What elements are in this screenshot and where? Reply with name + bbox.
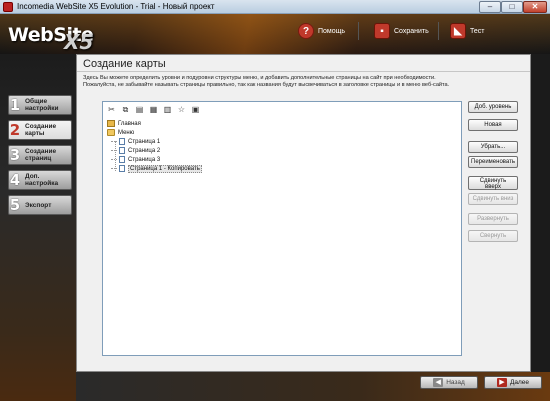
nav-item-general-settings[interactable]: 1 Общие настройки bbox=[8, 95, 72, 115]
nav-label-line1: Экспорт bbox=[25, 201, 52, 209]
nav-label-line2: карты bbox=[25, 130, 45, 137]
app-logo-suffix: X5 bbox=[64, 30, 94, 54]
header-separator bbox=[438, 22, 439, 40]
nav-label-line1: Создание bbox=[25, 148, 57, 155]
next-arrow-icon: ▶ bbox=[496, 378, 507, 387]
page-icon bbox=[119, 138, 125, 145]
expand-button[interactable]: Развернуть bbox=[468, 213, 518, 225]
site-map-tree-panel: ✂ ⧉ ▤ ▦ ▥ ☆ ▣ Главная Меню Страница 1 Ст… bbox=[102, 101, 462, 356]
page-description: Здесь Вы можете определить уровни и поду… bbox=[83, 75, 523, 89]
close-button[interactable]: ✕ bbox=[523, 1, 547, 13]
page-icon bbox=[119, 165, 125, 172]
tree-node-label: Страница 1 - Копировать bbox=[128, 164, 202, 173]
nav-label-line2: настройки bbox=[25, 105, 59, 112]
tree-node-label: Страница 2 bbox=[128, 147, 161, 154]
tree-toolbar: ✂ ⧉ ▤ ▦ ▥ ☆ ▣ bbox=[107, 105, 200, 115]
nav-item-label: Создание карты bbox=[25, 123, 56, 137]
properties-icon[interactable]: ▣ bbox=[191, 105, 200, 114]
nav-label-line1: Общие bbox=[25, 98, 48, 105]
nav-item-label: Доп. настройка bbox=[25, 173, 58, 187]
nav-label-line1: Доп. bbox=[25, 173, 40, 180]
wizard-footer bbox=[76, 372, 550, 401]
step-number: 1 bbox=[9, 96, 21, 114]
next-button[interactable]: ▶ Далее bbox=[484, 376, 542, 389]
step-number: 2 bbox=[9, 121, 21, 139]
home-icon bbox=[107, 120, 115, 127]
tree-node-page[interactable]: Страница 1 bbox=[107, 137, 447, 146]
nav-item-page-creation[interactable]: 3 Создание страниц bbox=[8, 145, 72, 165]
save-label: Сохранить bbox=[394, 27, 429, 35]
nav-label-line2: страниц bbox=[25, 155, 52, 162]
cut-icon[interactable]: ✂ bbox=[107, 105, 116, 114]
step-number: 3 bbox=[9, 146, 21, 164]
site-map-tree: Главная Меню Страница 1 Страница 2 Стран… bbox=[107, 119, 447, 173]
back-button[interactable]: ◀ Назад bbox=[420, 376, 478, 389]
nav-item-map-creation[interactable]: 2 Создание карты bbox=[8, 120, 72, 140]
paste-icon[interactable]: ▤ bbox=[135, 105, 144, 114]
add-level-button[interactable]: Доб. уровень bbox=[468, 101, 518, 113]
nav-item-label: Общие настройки bbox=[25, 98, 59, 112]
window-title: Incomedia WebSite X5 Evolution - Trial -… bbox=[17, 2, 215, 11]
tree-node-page-selected[interactable]: Страница 1 - Копировать bbox=[107, 164, 447, 173]
move-up-label-line2: вверх bbox=[485, 184, 501, 190]
description-line: Пожалуйста, не забывайте называть страни… bbox=[83, 82, 450, 88]
page-icon bbox=[119, 147, 125, 154]
collapse-button[interactable]: Свернуть bbox=[468, 230, 518, 242]
tree-node-label: Меню bbox=[118, 129, 135, 136]
page-icon bbox=[119, 156, 125, 163]
help-button[interactable]: ? Помощь bbox=[298, 22, 345, 40]
title-divider bbox=[77, 71, 530, 72]
tree-node-page[interactable]: Страница 2 bbox=[107, 146, 447, 155]
nav-item-extra-settings[interactable]: 4 Доп. настройка bbox=[8, 170, 72, 190]
import-icon[interactable]: ▦ bbox=[149, 105, 158, 114]
help-label: Помощь bbox=[318, 27, 346, 35]
test-label: Тест bbox=[470, 27, 485, 35]
move-up-button[interactable]: Сдвинуть вверх bbox=[468, 176, 518, 190]
save-icon: ▪ bbox=[374, 23, 390, 39]
folder-icon bbox=[107, 129, 115, 136]
app-icon bbox=[3, 2, 13, 12]
header-separator bbox=[358, 22, 359, 40]
next-label: Далее bbox=[509, 379, 530, 386]
tree-node-menu[interactable]: Меню bbox=[107, 128, 447, 137]
description-line: Здесь Вы можете определить уровни и поду… bbox=[83, 75, 436, 81]
tree-node-home[interactable]: Главная bbox=[107, 119, 447, 128]
tree-connector-line bbox=[115, 141, 116, 171]
help-icon: ? bbox=[298, 23, 314, 39]
tree-node-page[interactable]: Страница 3 bbox=[107, 155, 447, 164]
window-titlebar: Incomedia WebSite X5 Evolution - Trial -… bbox=[0, 0, 550, 14]
step-number: 5 bbox=[9, 196, 21, 214]
minimize-button[interactable]: – bbox=[479, 1, 501, 13]
back-arrow-icon: ◀ bbox=[433, 378, 444, 387]
remove-button[interactable]: Убрать... bbox=[468, 141, 518, 153]
test-button[interactable]: ◣ Тест bbox=[450, 22, 484, 40]
new-page-button[interactable]: Новая bbox=[468, 119, 518, 131]
star-icon[interactable]: ☆ bbox=[177, 105, 186, 114]
back-label: Назад bbox=[446, 379, 465, 386]
nav-label-line2: настройка bbox=[25, 180, 59, 187]
nav-item-label: Создание страниц bbox=[25, 148, 56, 162]
nav-label-line1: Создание bbox=[25, 123, 57, 130]
tree-node-label: Страница 1 bbox=[128, 138, 161, 145]
tree-node-label: Страница 3 bbox=[128, 156, 161, 163]
copy-icon[interactable]: ⧉ bbox=[121, 105, 130, 114]
nav-item-export[interactable]: 5 Экспорт bbox=[8, 195, 72, 215]
save-button[interactable]: ▪ Сохранить bbox=[374, 22, 429, 40]
maximize-button[interactable]: □ bbox=[501, 1, 523, 13]
export-icon[interactable]: ▥ bbox=[163, 105, 172, 114]
move-down-button[interactable]: Сдвинуть вниз bbox=[468, 193, 518, 205]
main-panel: Создание карты Здесь Вы можете определит… bbox=[76, 54, 531, 372]
nav-item-label: Экспорт bbox=[25, 202, 51, 209]
step-number: 4 bbox=[9, 171, 21, 189]
tree-node-label: Главная bbox=[118, 120, 141, 127]
test-icon: ◣ bbox=[450, 23, 466, 39]
page-title: Создание карты bbox=[83, 58, 166, 70]
rename-button[interactable]: Переименовать bbox=[468, 156, 518, 168]
